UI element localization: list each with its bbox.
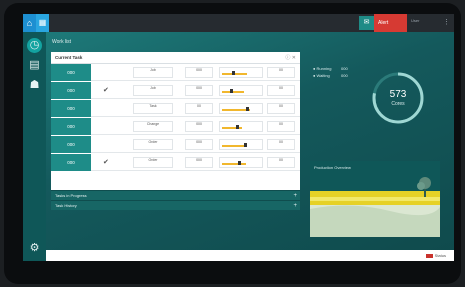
row-progress <box>219 139 263 150</box>
stat-row: ● Running 000 <box>313 66 348 73</box>
row-status-icon: ✔ <box>103 87 109 94</box>
row-progress <box>219 67 263 78</box>
row-count: 000 <box>185 139 213 150</box>
menu-icon[interactable]: ⋮ <box>443 18 451 28</box>
progress-fill <box>222 145 246 147</box>
expand-icon[interactable]: + <box>293 201 297 211</box>
stat-value: 000 <box>341 66 348 71</box>
row-name: Job <box>133 85 173 96</box>
overview-card[interactable]: Production Overview <box>310 161 440 237</box>
row-count: 00 <box>185 103 213 114</box>
progress-marker <box>230 89 233 93</box>
section-label: Task History <box>55 203 77 208</box>
row-name: Order <box>133 139 173 150</box>
table-row[interactable]: 000 ✔ Order 000 00 <box>51 154 300 171</box>
row-id: 000 <box>51 64 91 81</box>
app-screen: ⌂ ▦ ✉ Alert User ⋮ ◷ ▤ ☗ ⚙ Work list Cur… <box>23 14 454 261</box>
row-progress <box>219 157 263 168</box>
panel-title: Current Task <box>55 55 83 60</box>
user-menu[interactable]: User <box>411 18 441 28</box>
row-id: 000 <box>51 100 91 117</box>
table-row[interactable]: 000 Order 000 00 <box>51 136 300 153</box>
row-value: 00 <box>267 139 295 150</box>
row-name: Job <box>133 67 173 78</box>
table-row[interactable]: 000 Job 000 00 <box>51 64 300 81</box>
panel-controls[interactable]: ⓘ ✕ <box>285 54 300 61</box>
stat-row: ● Waiting 000 <box>313 73 348 80</box>
robot-icon[interactable]: ☗ <box>27 78 42 93</box>
progress-marker <box>232 71 235 75</box>
row-status-icon: ✔ <box>103 159 109 166</box>
row-id: 000 <box>51 136 91 153</box>
row-progress <box>219 85 263 96</box>
table-row[interactable]: 000 Task 00 00 <box>51 100 300 117</box>
status-indicator: Status <box>425 253 446 258</box>
row-value: 00 <box>267 121 295 132</box>
stat-label: ● Running <box>313 66 332 71</box>
grid-icon[interactable]: ▦ <box>36 14 49 32</box>
row-id: 000 <box>51 118 91 135</box>
table-row[interactable]: 000 ✔ Job 000 00 <box>51 82 300 99</box>
row-count: 000 <box>185 121 213 132</box>
progress-fill <box>222 163 246 165</box>
document-icon[interactable]: ▤ <box>27 58 42 73</box>
row-name: Change <box>133 121 173 132</box>
row-value: 00 <box>267 85 295 96</box>
panel-header: Current Task ⓘ ✕ <box>51 52 300 64</box>
progress-marker <box>244 143 247 147</box>
progress-marker <box>236 125 239 129</box>
progress-fill <box>222 127 242 129</box>
table-row[interactable]: 000 Change 000 00 <box>51 118 300 135</box>
clock-icon[interactable]: ◷ <box>27 38 42 53</box>
row-id: 000 <box>51 82 91 99</box>
section-history[interactable]: Task History + <box>51 200 300 210</box>
top-bar: ⌂ ▦ ✉ Alert User ⋮ <box>23 14 454 32</box>
home-icon[interactable]: ⌂ <box>23 14 36 32</box>
row-count: 000 <box>185 67 213 78</box>
row-progress <box>219 103 263 114</box>
row-value: 00 <box>267 67 295 78</box>
gauge-value: 573 <box>390 89 407 100</box>
task-panel: Current Task ⓘ ✕ 000 Job 000 00 000 ✔ Job 000 00… <box>51 52 300 196</box>
flag-icon <box>425 253 433 258</box>
row-id: 000 <box>51 154 91 171</box>
progress-fill <box>222 91 244 93</box>
row-count: 000 <box>185 157 213 168</box>
row-count: 000 <box>185 85 213 96</box>
stat-value: 000 <box>341 73 348 78</box>
row-name: Order <box>133 157 173 168</box>
status-label: Status <box>434 253 446 258</box>
section-label: Tasks in Progress <box>55 193 87 198</box>
chat-icon[interactable]: ✉ <box>359 16 374 30</box>
stat-label: ● Waiting <box>313 73 330 78</box>
status-bar: Status <box>46 250 454 261</box>
sidebar: ◷ ▤ ☗ ⚙ <box>23 32 46 261</box>
section-in-progress[interactable]: Tasks in Progress + <box>51 190 300 200</box>
gauge-unit: Cores <box>391 101 405 107</box>
stats-list: ● Running 000 ● Waiting 000 <box>313 66 348 80</box>
row-progress <box>219 121 263 132</box>
gear-icon[interactable]: ⚙ <box>27 241 42 256</box>
progress-marker <box>238 161 241 165</box>
row-value: 00 <box>267 157 295 168</box>
progress-marker <box>246 107 249 111</box>
row-value: 00 <box>267 103 295 114</box>
row-name: Task <box>133 103 173 114</box>
alert-button[interactable]: Alert <box>374 14 407 32</box>
breadcrumb: Work list <box>52 39 72 45</box>
alert-label: Alert <box>378 20 389 26</box>
landscape-illustration <box>310 177 440 237</box>
cores-gauge: 573 Cores <box>372 72 424 124</box>
